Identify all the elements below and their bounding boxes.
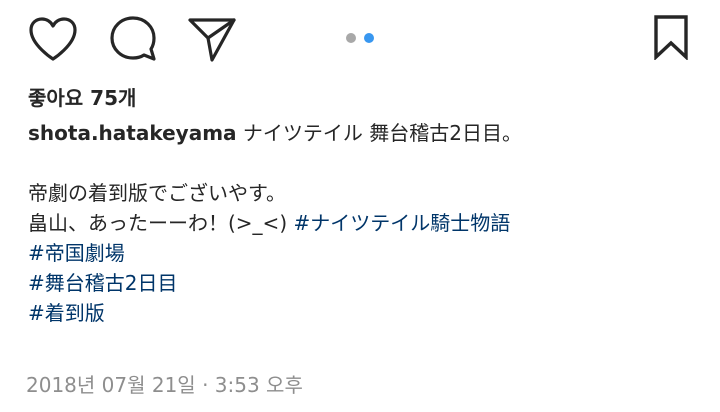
comment-icon bbox=[110, 16, 156, 61]
caption-text: ナイツテイル 舞台稽古2日目。 bbox=[236, 121, 522, 145]
share-button[interactable] bbox=[186, 14, 238, 64]
carousel-dot bbox=[346, 33, 356, 43]
hashtag-link[interactable]: #舞台稽古2日目 bbox=[28, 271, 177, 295]
carousel-dot-active bbox=[364, 33, 374, 43]
caption-line: #帝国劇場 bbox=[28, 238, 698, 268]
comment-button[interactable] bbox=[108, 14, 158, 64]
like-button[interactable] bbox=[28, 16, 78, 62]
caption-line: 帝劇の着到版でございやす。 bbox=[28, 181, 286, 205]
post-caption: shota.hatakeyama ナイツテイル 舞台稽古2日目。 帝劇の着到版で… bbox=[28, 118, 698, 328]
hashtag-link[interactable]: #帝国劇場 bbox=[28, 241, 125, 265]
save-button[interactable] bbox=[652, 14, 690, 60]
paper-plane-icon bbox=[188, 18, 236, 62]
caption-line: shota.hatakeyama ナイツテイル 舞台稽古2日目。 bbox=[28, 118, 698, 148]
caption-line: #舞台稽古2日目 bbox=[28, 268, 698, 298]
heart-icon bbox=[29, 17, 77, 61]
carousel-indicator bbox=[346, 32, 374, 44]
caption-line: #着到版 bbox=[28, 298, 698, 328]
caption-line: 畠山、あったーーわ！(>_<) #ナイツテイル騎士物語 bbox=[28, 208, 698, 238]
post-timestamp: 2018년 07월 21일 · 3:53 오후 bbox=[26, 373, 303, 397]
hashtag-link[interactable]: #着到版 bbox=[28, 301, 105, 325]
hashtag-link[interactable]: #ナイツテイル騎士物語 bbox=[293, 211, 510, 235]
username-link[interactable]: shota.hatakeyama bbox=[28, 121, 237, 145]
caption-text: 畠山、あったーーわ！(>_<) bbox=[28, 211, 294, 235]
likes-count[interactable]: 좋아요 75개 bbox=[28, 84, 136, 112]
bookmark-icon bbox=[654, 15, 688, 60]
